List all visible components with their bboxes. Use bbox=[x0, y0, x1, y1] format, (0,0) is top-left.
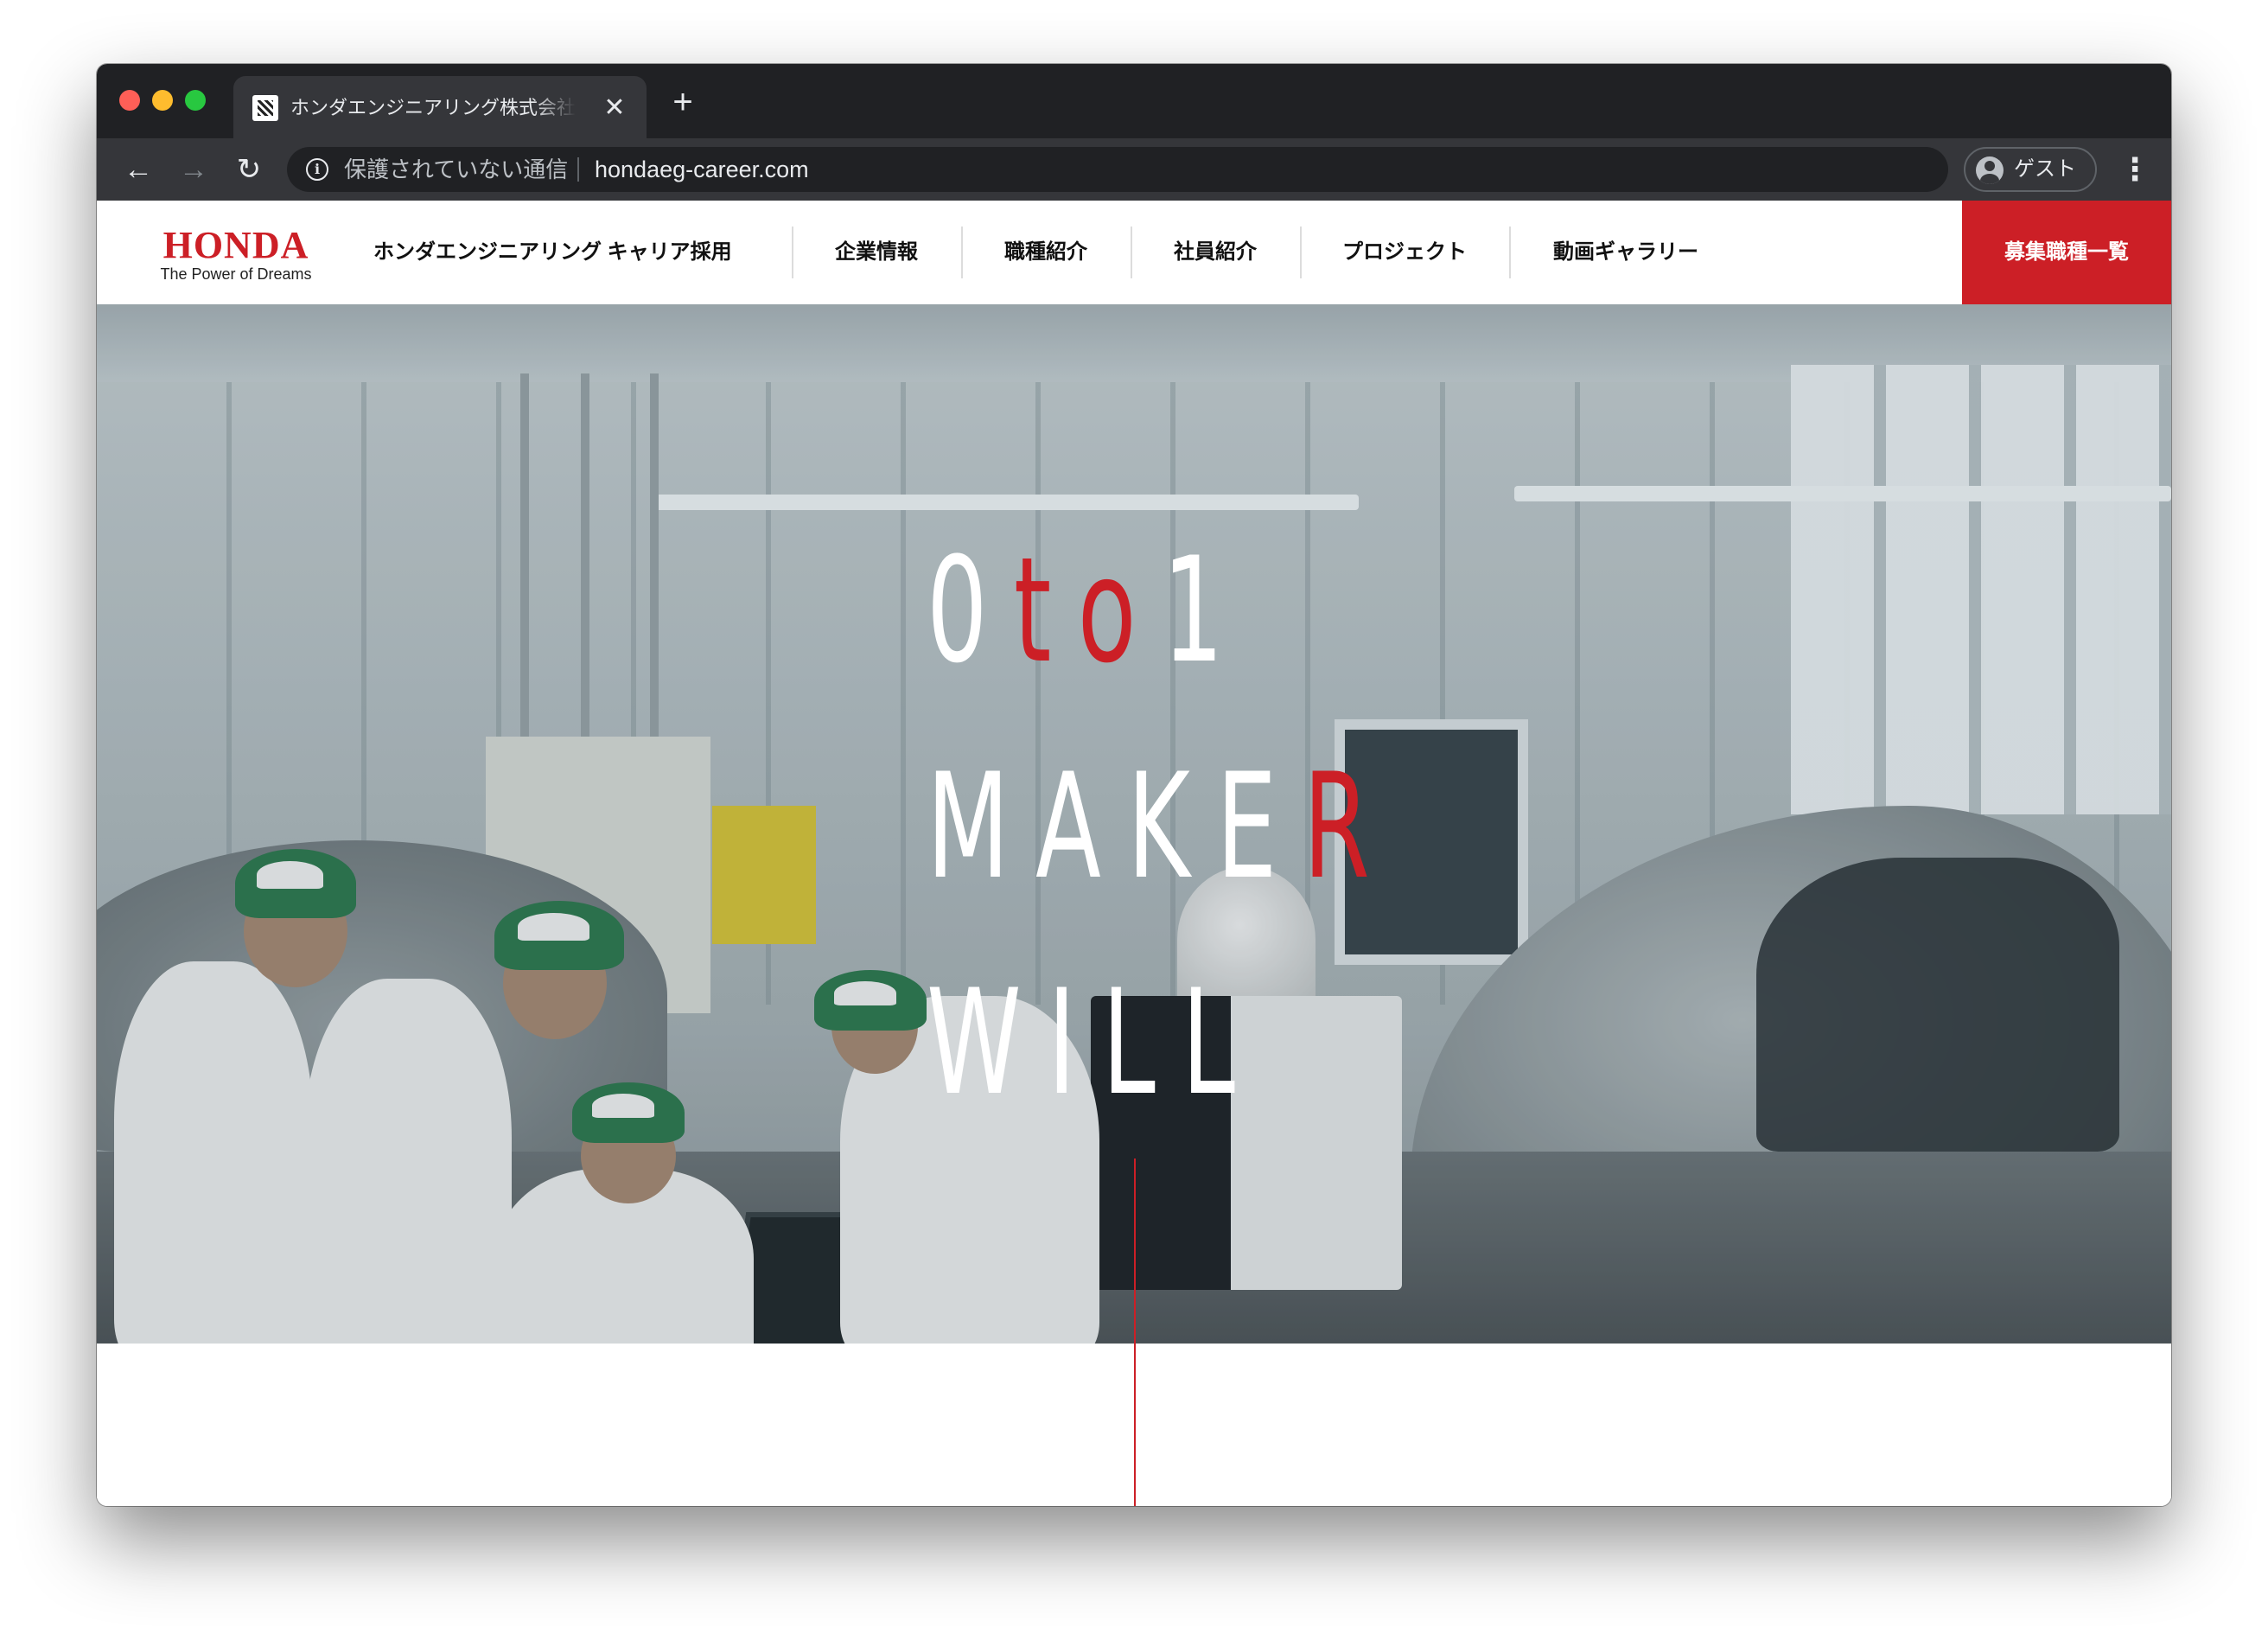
headline-line-3: WILL bbox=[927, 970, 1261, 1126]
hero-headline: 0to1 MAKER WILL bbox=[927, 538, 1370, 1143]
tab-close-icon[interactable]: ✕ bbox=[600, 93, 629, 123]
profile-label: ゲスト bbox=[2014, 157, 2076, 181]
content-area bbox=[97, 1344, 2171, 1506]
nav-company-info[interactable]: 企業情報 bbox=[792, 237, 961, 268]
site-title-link[interactable]: ホンダエンジニアリング キャリア採用 bbox=[373, 237, 732, 268]
nav-projects[interactable]: プロジェクト bbox=[1300, 237, 1509, 268]
address-bar[interactable]: i 保護されていない通信 hondaeg-career.com bbox=[287, 147, 1948, 192]
scroll-indicator-line bbox=[1134, 1158, 1136, 1344]
site-header: HONDA The Power of Dreams ホンダエンジニアリング キャ… bbox=[97, 201, 2171, 304]
nav-employees[interactable]: 社員紹介 bbox=[1131, 237, 1300, 268]
favicon-icon bbox=[252, 95, 278, 121]
job-openings-button[interactable]: 募集職種一覧 bbox=[1962, 201, 2171, 304]
headline-line-2: MAKER bbox=[927, 754, 1396, 910]
logo-tagline: The Power of Dreams bbox=[160, 265, 312, 283]
headline-zero: 0 bbox=[927, 526, 1014, 695]
forward-button[interactable]: → bbox=[175, 150, 213, 188]
nav-video-gallery[interactable]: 動画ギャラリー bbox=[1509, 237, 1742, 268]
headline-r: R bbox=[1303, 742, 1397, 911]
headline-will: WILL bbox=[927, 958, 1262, 1127]
tab-bar: ホンダエンジニアリング株式会社 キャリア採用 ✕ + bbox=[97, 64, 2171, 138]
headline-to: to bbox=[1013, 526, 1163, 695]
headline-make: MAKE bbox=[927, 742, 1303, 911]
security-status-label[interactable]: 保護されていない通信 bbox=[344, 156, 568, 183]
close-window-button[interactable] bbox=[119, 90, 140, 111]
info-icon[interactable]: i bbox=[306, 158, 328, 181]
honda-logo[interactable]: HONDA The Power of Dreams bbox=[130, 224, 342, 284]
browser-window: ホンダエンジニアリング株式会社 キャリア採用 ✕ + ← → ↻ i 保護されて… bbox=[97, 64, 2171, 1506]
browser-tab[interactable]: ホンダエンジニアリング株式会社 キャリア採用 ✕ bbox=[233, 76, 647, 138]
tab-title: ホンダエンジニアリング株式会社 キャリア採用 bbox=[290, 97, 576, 118]
reload-button[interactable]: ↻ bbox=[230, 150, 268, 188]
url-text[interactable]: hondaeg-career.com bbox=[595, 156, 809, 183]
address-divider bbox=[577, 157, 579, 182]
scroll-indicator-line bbox=[1134, 1344, 1136, 1506]
browser-toolbar: ← → ↻ i 保護されていない通信 hondaeg-career.com ゲス… bbox=[97, 138, 2171, 201]
new-tab-button[interactable]: + bbox=[664, 83, 702, 121]
logo-wordmark: HONDA bbox=[162, 224, 309, 266]
browser-menu-icon[interactable]: ⋮ bbox=[2118, 150, 2152, 188]
headline-line-1: 0to1 bbox=[927, 538, 1250, 693]
profile-button[interactable]: ゲスト bbox=[1964, 147, 2097, 192]
minimize-window-button[interactable] bbox=[152, 90, 173, 111]
guest-avatar-icon bbox=[1976, 156, 2004, 184]
back-button[interactable]: ← bbox=[119, 150, 157, 188]
nav-job-types[interactable]: 職種紹介 bbox=[961, 237, 1131, 268]
headline-one: 1 bbox=[1162, 526, 1250, 695]
hero-section: 0to1 MAKER WILL bbox=[97, 304, 2171, 1344]
maximize-window-button[interactable] bbox=[185, 90, 206, 111]
